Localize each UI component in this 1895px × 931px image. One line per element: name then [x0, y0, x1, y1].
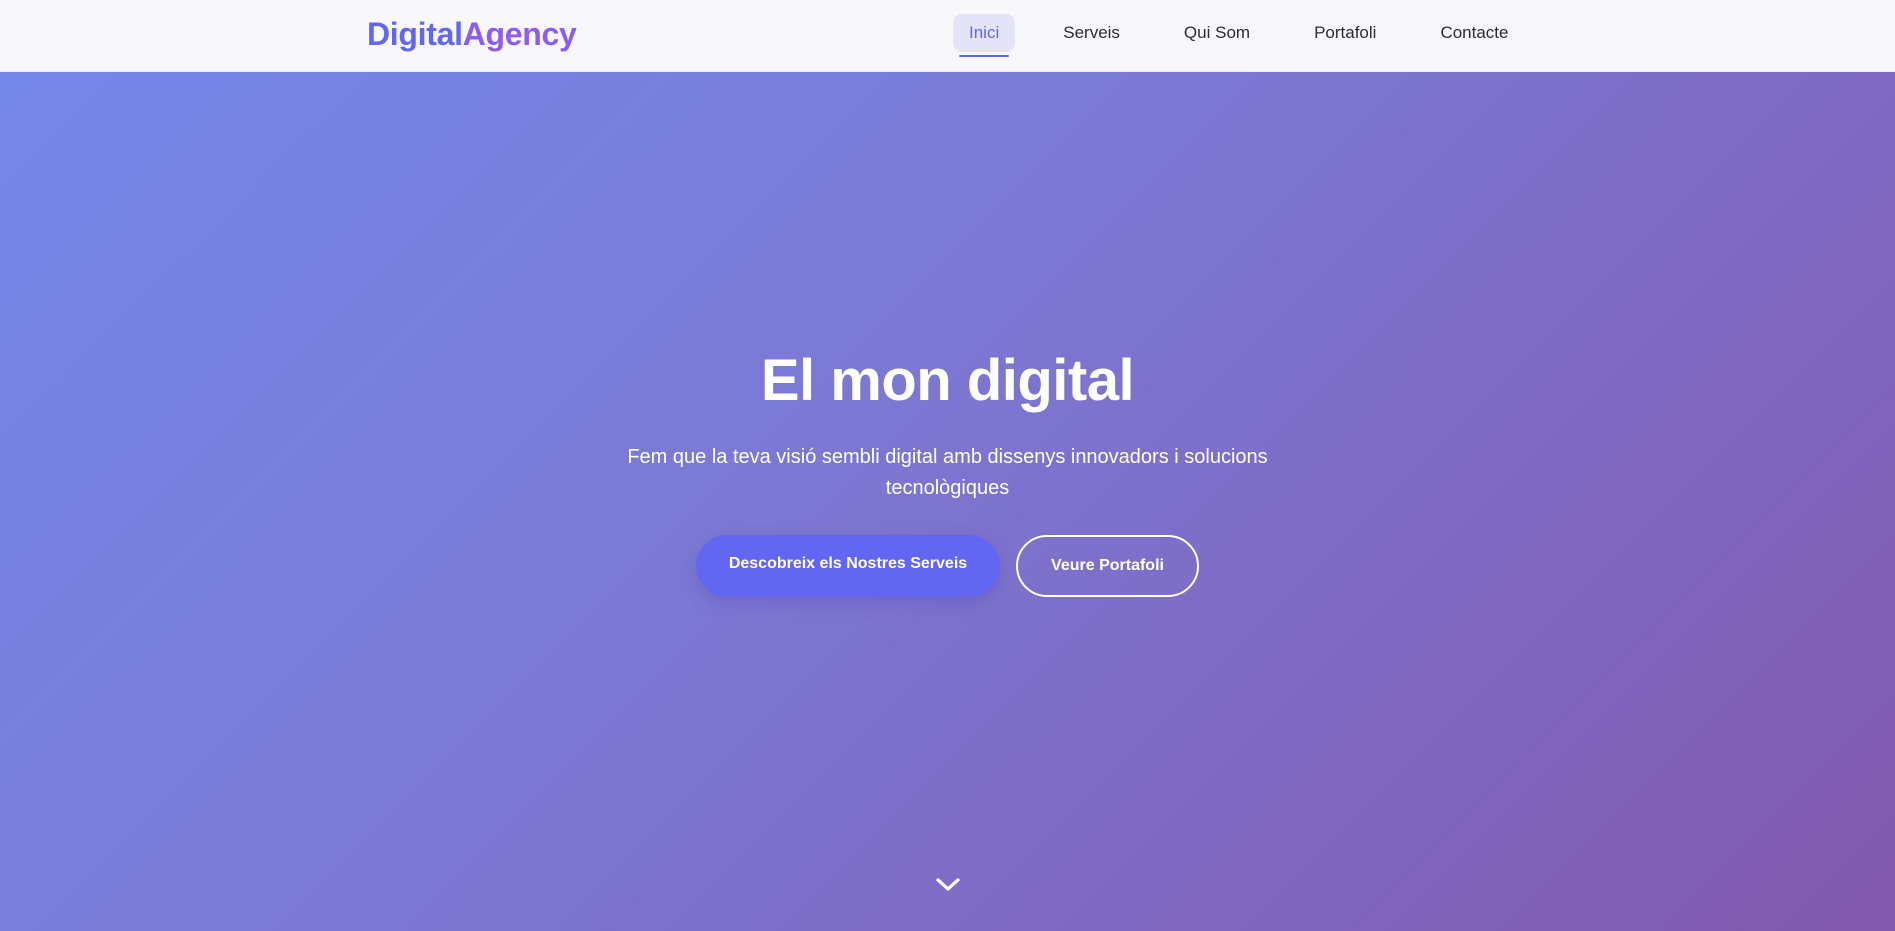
view-portfolio-button[interactable]: Veure Portafoli [1016, 535, 1199, 597]
discover-services-button[interactable]: Descobreix els Nostres Serveis [696, 535, 1000, 597]
chevron-down-icon[interactable] [935, 877, 961, 893]
brand-logo[interactable]: DigitalAgency [367, 14, 577, 54]
nav-item-qui-som[interactable]: Qui Som [1168, 14, 1266, 52]
nav-item-inici[interactable]: Inici [953, 14, 1016, 57]
hero-subtitle: Fem que la teva visió sembli digital amb… [627, 446, 1268, 499]
nav-item-portafoli[interactable]: Portafoli [1298, 14, 1392, 52]
navbar: DigitalAgency Inici Serveis Qui Som Port… [0, 0, 1895, 72]
hero-title: El mon digital [760, 348, 1135, 413]
brand-logo-part-2: Agency [462, 16, 577, 52]
brand-logo-part-1: Digital [367, 16, 463, 52]
main-nav: Inici Serveis Qui Som Portafoli Contacte [953, 14, 1524, 57]
hero-section: El mon digital Fem que la teva visió sem… [0, 72, 1895, 931]
nav-item-contacte[interactable]: Contacte [1424, 14, 1524, 52]
nav-item-serveis[interactable]: Serveis [1047, 14, 1136, 52]
